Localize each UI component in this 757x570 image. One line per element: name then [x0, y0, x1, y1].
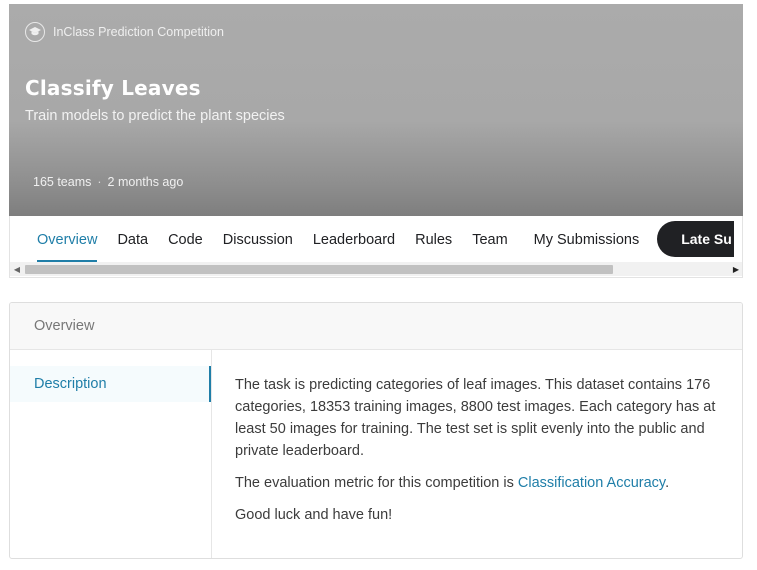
competition-meta: 165 teams · 2 months ago	[33, 175, 183, 189]
teams-count: 165 teams	[33, 175, 92, 189]
scrollbar-thumb[interactable]	[25, 265, 613, 274]
competition-header: InClass Prediction Competition Classify …	[9, 4, 743, 216]
scroll-right-arrow-icon[interactable]: ▶	[729, 262, 742, 276]
tab-my-submissions[interactable]: My Submissions	[534, 216, 640, 262]
tab-leaderboard[interactable]: Leaderboard	[313, 216, 395, 262]
sidebar-item-description[interactable]: Description	[10, 366, 211, 402]
scroll-left-arrow-icon[interactable]: ◀	[10, 262, 24, 276]
tab-list: Overview Data Code Discussion Leaderboar…	[10, 216, 734, 262]
meta-separator: ·	[97, 175, 102, 189]
classification-accuracy-link[interactable]: Classification Accuracy	[518, 475, 665, 491]
tab-data[interactable]: Data	[117, 216, 148, 262]
tab-bar: Overview Data Code Discussion Leaderboar…	[9, 216, 743, 278]
metric-suffix: .	[665, 475, 670, 491]
graduation-cap-icon	[25, 22, 45, 42]
tab-team[interactable]: Team	[472, 216, 507, 262]
description-paragraph: The task is predicting categories of lea…	[235, 377, 716, 459]
overview-header: Overview	[10, 303, 742, 350]
horizontal-scrollbar[interactable]: ◀ ▶	[10, 262, 742, 276]
tab-rules[interactable]: Rules	[415, 216, 452, 262]
overview-card: Overview Description The task is predict…	[9, 302, 743, 559]
closing-paragraph: Good luck and have fun!	[235, 507, 393, 523]
metric-paragraph: The evaluation metric for this competiti…	[235, 472, 720, 494]
tab-discussion[interactable]: Discussion	[223, 216, 293, 262]
late-submission-button[interactable]: Late Su	[657, 221, 734, 257]
competition-subtitle: Train models to predict the plant specie…	[25, 108, 285, 124]
metric-text: The evaluation metric for this competiti…	[235, 475, 518, 491]
tab-overview[interactable]: Overview	[37, 216, 98, 262]
description-content: The task is predicting categories of lea…	[235, 374, 720, 536]
tab-code[interactable]: Code	[168, 216, 203, 262]
competition-type-label: InClass Prediction Competition	[53, 25, 224, 39]
competition-title: Classify Leaves	[25, 76, 201, 100]
overview-sidebar: Description	[10, 350, 212, 558]
time-ago: 2 months ago	[107, 175, 184, 189]
competition-type: InClass Prediction Competition	[25, 22, 224, 42]
